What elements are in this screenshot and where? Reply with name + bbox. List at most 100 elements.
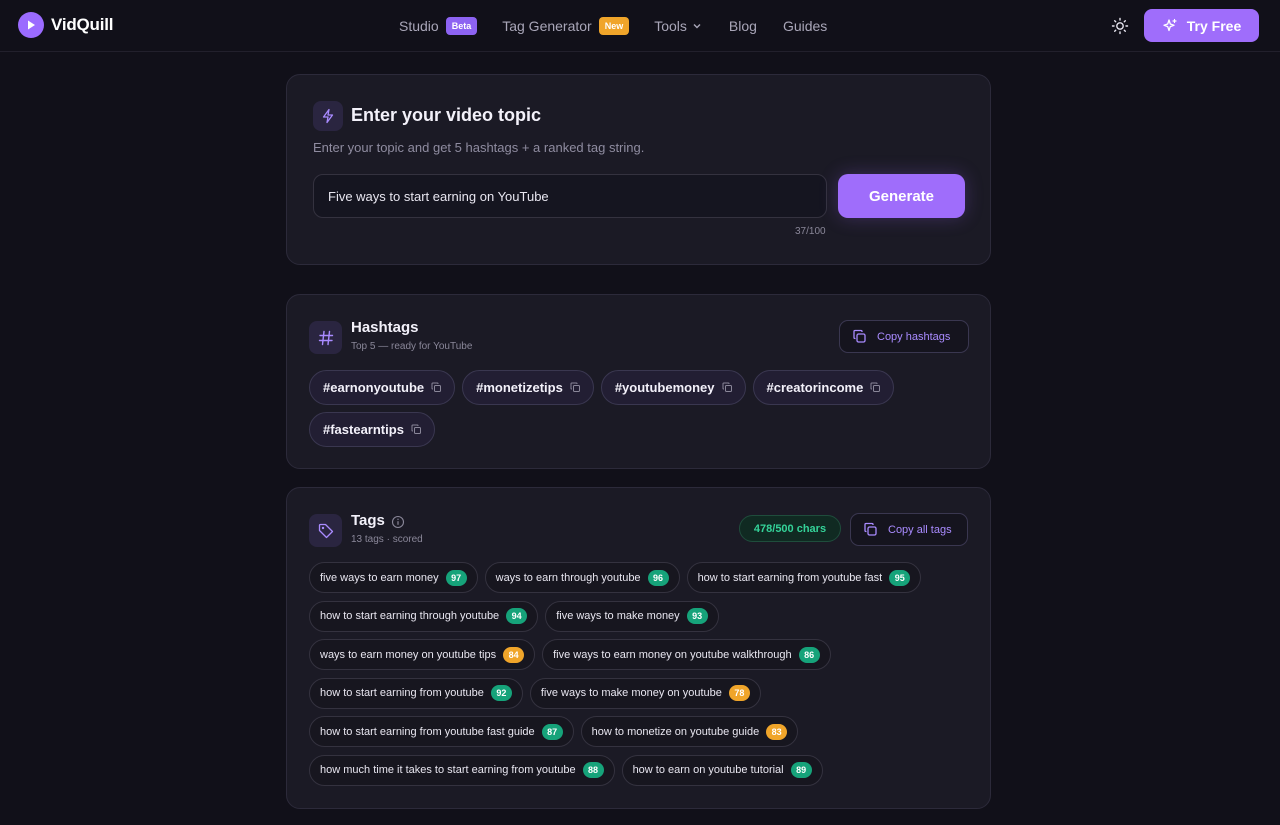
tag-text: how to start earning through youtube: [320, 610, 500, 622]
tag-text: how to start earning from youtube: [320, 687, 484, 699]
generate-button[interactable]: Generate: [838, 174, 965, 218]
tag-chip[interactable]: how to start earning through youtube 94: [309, 600, 539, 632]
topic-title: Enter your video topic: [351, 105, 542, 125]
topic-subtitle: Enter your topic and get 5 hashtags + a …: [313, 140, 645, 155]
tag-text: how to start earning from youtube fast g…: [320, 725, 535, 738]
beta-badge: Beta: [445, 17, 478, 35]
copy-hashtags-button[interactable]: Copy hashtags: [839, 320, 969, 353]
nav-tag-generator-label: Tag Generator: [502, 18, 592, 34]
hashtags-title: Hashtags: [351, 319, 419, 336]
hashtag-chip[interactable]: #fastearntips: [309, 412, 435, 447]
brand-name: VidQuill: [51, 15, 114, 34]
hashtag-chip[interactable]: #creatorincome: [752, 370, 895, 405]
try-free-label: Try Free: [1186, 17, 1242, 34]
tag-chip[interactable]: how much time it takes to start earning …: [309, 754, 615, 786]
tags-title: Tags: [351, 512, 385, 529]
bolt-icon: [313, 101, 343, 131]
tags-subtitle: 13 tags · scored: [351, 534, 423, 545]
topic-input[interactable]: [313, 174, 827, 218]
tag-text: five ways to make money on youtube: [540, 687, 722, 699]
copy-icon: [570, 382, 580, 392]
tags-char-count-badge: 478/500 chars: [739, 515, 841, 542]
hashtag-chip[interactable]: #earnonyoutube: [309, 370, 456, 405]
tag-text: how to monetize on youtube guide: [591, 725, 760, 738]
topic-card: Enter your video topic Enter your topic …: [286, 74, 991, 265]
tag-score-badge: 86: [798, 646, 820, 663]
tag-score-badge: 89: [790, 762, 812, 778]
tag-score-badge: 92: [490, 685, 512, 701]
tag-row: how much time it takes to start earning …: [309, 754, 823, 786]
top-nav-bar: VidQuill Studio Beta Tag Generator New T…: [0, 0, 1280, 52]
tag-text: ways to earn money on youtube tips: [320, 648, 497, 661]
tag-text: five ways to earn money: [320, 571, 439, 584]
hashtag-row: #fastearntips: [309, 412, 435, 447]
play-icon: [18, 12, 44, 38]
copy-icon: [870, 382, 881, 392]
tag-row: how to start earning from youtube fast g…: [309, 716, 799, 747]
nav-guides-label: Guides: [782, 18, 828, 34]
tag-chip[interactable]: how to start earning from youtube 92: [309, 677, 523, 709]
copy-icon: [411, 424, 421, 434]
tag-score-badge: 96: [647, 569, 669, 586]
nav-tools-label: Tools: [654, 18, 687, 34]
new-badge: New: [598, 17, 630, 35]
nav-guides[interactable]: Guides: [783, 18, 827, 34]
sparkle-icon: [1163, 18, 1177, 31]
tag-text: how to earn on youtube tutorial: [632, 764, 784, 776]
tag-chip[interactable]: how to start earning from youtube fast g…: [309, 716, 574, 747]
nav-blog[interactable]: Blog: [729, 18, 757, 34]
copy-icon: [722, 382, 732, 392]
tag-chip[interactable]: five ways to make money on youtube 78: [529, 677, 761, 709]
tag-chip[interactable]: five ways to earn money on youtube walkt…: [542, 639, 831, 670]
tag-text: how to start earning from youtube fast: [697, 571, 883, 584]
tag-score-badge: 93: [686, 608, 708, 624]
brand-logo[interactable]: VidQuill: [18, 12, 114, 38]
tag-score-badge: 95: [889, 569, 911, 586]
tag-row: how to start earning through youtube 94 fi…: [309, 600, 719, 632]
tag-score-badge: 88: [582, 762, 604, 778]
nav-studio-label: Studio: [399, 18, 439, 34]
hashtag-text: #creatorincome: [766, 380, 864, 395]
theme-toggle-button[interactable]: [1110, 16, 1130, 36]
chevron-down-icon: [693, 24, 701, 29]
tag-chip[interactable]: how to earn on youtube tutorial 89: [621, 754, 823, 786]
sun-icon: [1111, 17, 1129, 35]
hashtag-chip[interactable]: #monetizetips: [462, 370, 594, 405]
tag-text: five ways to make money: [556, 610, 680, 622]
tag-text: how much time it takes to start earning …: [320, 764, 576, 776]
tag-score-badge: 78: [728, 685, 750, 701]
copy-hashtags-label: Copy hashtags: [877, 330, 951, 343]
tag-chip[interactable]: ways to earn money on youtube tips 84: [309, 639, 536, 670]
tag-chip[interactable]: five ways to earn money 97: [309, 562, 478, 593]
nav-tag-generator[interactable]: Tag Generator New: [502, 17, 630, 35]
tag-icon: [309, 514, 342, 547]
topic-char-count: 37/100: [795, 226, 826, 237]
tag-score-badge: 84: [503, 646, 525, 663]
tag-row: five ways to earn money 97 ways to earn th…: [309, 562, 922, 593]
tag-chip[interactable]: how to start earning from youtube fast 95: [686, 562, 922, 593]
copy-all-tags-label: Copy all tags: [888, 523, 952, 536]
hashtag-row: #earnonyoutube #monetizetips #youtubemon…: [309, 370, 895, 405]
tag-chip[interactable]: ways to earn through youtube 96: [484, 562, 680, 593]
hashtags-subtitle: Top 5 — ready for YouTube: [351, 341, 473, 352]
info-icon[interactable]: [391, 515, 405, 529]
tag-text: five ways to earn money on youtube walkt…: [553, 648, 792, 661]
tag-score-badge: 94: [506, 608, 528, 624]
copy-icon: [431, 382, 442, 392]
tag-row: ways to earn money on youtube tips 84 five…: [309, 639, 831, 670]
main-nav: Studio Beta Tag Generator New Tools Blog…: [399, 14, 827, 38]
hashtag-text: #earnonyoutube: [323, 380, 425, 395]
copy-icon: [853, 329, 866, 343]
try-free-button[interactable]: Try Free: [1144, 9, 1259, 42]
tag-score-badge: 83: [766, 723, 788, 740]
copy-all-tags-button[interactable]: Copy all tags: [850, 513, 968, 546]
nav-tools[interactable]: Tools: [654, 18, 702, 34]
hash-icon: [309, 321, 342, 354]
nav-studio[interactable]: Studio Beta: [399, 17, 478, 35]
tag-chip[interactable]: five ways to make money 93: [545, 600, 719, 632]
hashtag-text: #monetizetips: [476, 380, 563, 395]
hashtags-card: Hashtags Top 5 — ready for YouTube Copy …: [286, 294, 991, 469]
tag-chip[interactable]: how to monetize on youtube guide 83: [580, 716, 799, 747]
hashtag-text: #youtubemoney: [614, 380, 715, 395]
hashtag-chip[interactable]: #youtubemoney: [600, 370, 746, 405]
